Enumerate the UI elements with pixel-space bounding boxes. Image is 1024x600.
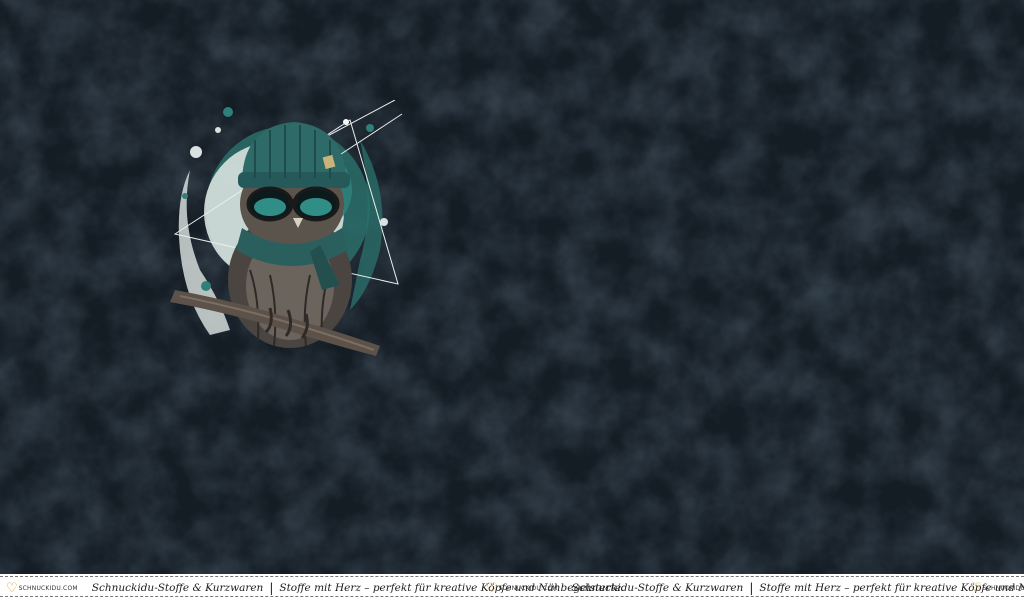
brand-name: Schnuckidu-Stoffe & Kurzwaren bbox=[91, 582, 264, 594]
dashed-line bbox=[0, 576, 1024, 577]
brand-logo: ♡ SCHNUCKIDU.COM bbox=[486, 580, 558, 596]
brand-name: Schnuckidu-Stoffe & Kurzwaren bbox=[571, 582, 744, 594]
heart-icon: ♡ bbox=[970, 580, 982, 596]
selvedge-print: ♡ SCHNUCKIDU.COM bbox=[970, 579, 1024, 597]
separator: | bbox=[269, 581, 274, 595]
selvedge-strip: ♡ SCHNUCKIDU.COM Schnuckidu-Stoffe & Kur… bbox=[0, 574, 1024, 600]
heart-icon: ♡ bbox=[486, 580, 498, 596]
fabric-panel: ♡ SCHNUCKIDU.COM Schnuckidu-Stoffe & Kur… bbox=[0, 0, 1024, 600]
selvedge-print: ♡ SCHNUCKIDU.COM Schnuckidu-Stoffe & Kur… bbox=[486, 579, 1024, 597]
heart-icon: ♡ bbox=[6, 580, 18, 596]
owl-illustration bbox=[170, 100, 403, 356]
brand-logo: ♡ SCHNUCKIDU.COM bbox=[6, 580, 78, 596]
brand-logo: ♡ SCHNUCKIDU.COM bbox=[970, 580, 1024, 596]
fabric-background bbox=[0, 0, 1024, 574]
separator: | bbox=[749, 581, 754, 595]
